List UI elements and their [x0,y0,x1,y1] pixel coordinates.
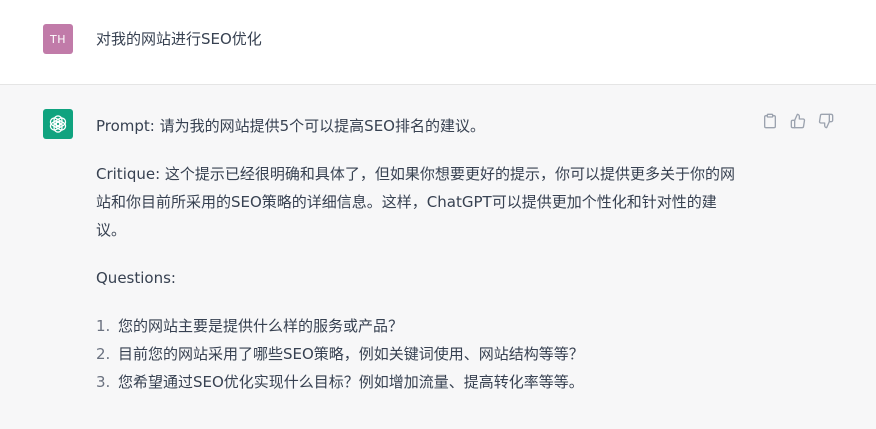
prompt-paragraph: Prompt: 请为我的网站提供5个可以提高SEO排名的建议。 [96,117,485,135]
user-avatar: TH [43,24,73,54]
critique-paragraph: Critique: 这个提示已经很明确和具体了，但如果你想要更好的提示，你可以提… [96,165,735,239]
list-item-number: 1. [96,317,111,335]
user-avatar-initials: TH [50,32,66,46]
thumbs-up-button[interactable] [788,111,808,131]
list-item-text: 您希望通过SEO优化实现什么目标？例如增加流量、提高转化率等等。 [118,373,584,391]
user-message-text: 对我的网站进行SEO优化 [96,30,262,48]
questions-label: Questions: [96,269,176,287]
clipboard-icon [764,113,776,129]
list-item: 1. 您的网站主要是提供什么样的服务或产品？ [96,312,746,340]
copy-button[interactable] [760,111,780,131]
list-item-number: 3. [96,373,111,391]
thumbs-up-icon [790,113,806,129]
openai-logo-icon [49,115,67,133]
list-item: 2. 目前您的网站采用了哪些SEO策略，例如关键词使用、网站结构等等？ [96,340,746,368]
thumbs-down-button[interactable] [816,111,836,131]
assistant-message-content: Prompt: 请为我的网站提供5个可以提高SEO排名的建议。 Critique… [96,112,746,396]
message-actions [760,111,836,131]
list-item-text: 您的网站主要是提供什么样的服务或产品？ [118,317,404,335]
assistant-avatar [43,109,73,139]
assistant-message-row: Prompt: 请为我的网站提供5个可以提高SEO排名的建议。 Critique… [0,85,876,429]
list-item-text: 目前您的网站采用了哪些SEO策略，例如关键词使用、网站结构等等？ [118,345,584,363]
thumbs-down-icon [818,113,834,129]
user-message-row: TH 对我的网站进行SEO优化 [0,0,876,85]
list-item: 3. 您希望通过SEO优化实现什么目标？例如增加流量、提高转化率等等。 [96,368,746,396]
questions-list: 1. 您的网站主要是提供什么样的服务或产品？ 2. 目前您的网站采用了哪些SEO… [96,312,746,396]
list-item-number: 2. [96,345,111,363]
